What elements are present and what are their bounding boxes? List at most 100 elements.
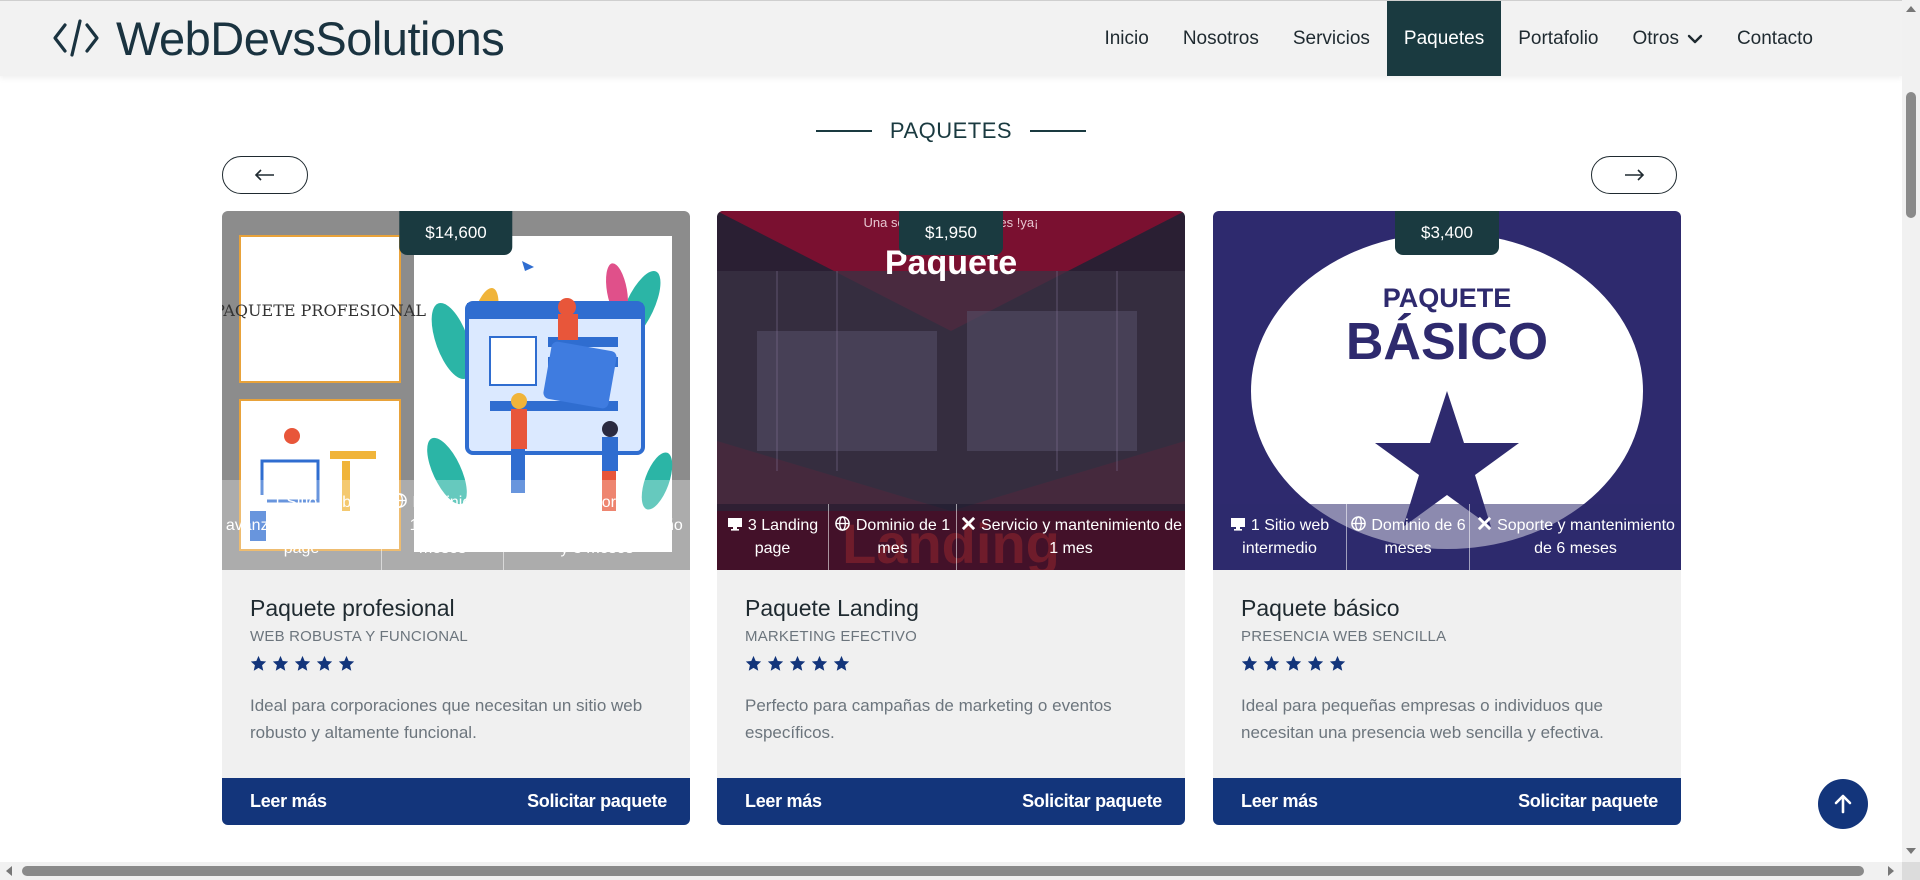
carousel-prev-button[interactable] <box>222 156 308 194</box>
price-badge: $3,400 <box>1395 211 1499 255</box>
star-icon <box>1263 655 1280 671</box>
image-line1-text: PAQUETE <box>1383 283 1512 313</box>
feature-text: Soporte y mantenimiento de 1 año y 3 mes… <box>511 493 683 557</box>
request-package-link[interactable]: Solicitar paquete <box>1022 791 1162 812</box>
tools-icon <box>552 492 568 507</box>
feature-sites: 1 Sitio web avanzado y 1 landing page <box>222 480 382 570</box>
card-subtitle: PRESENCIA WEB SENCILLA <box>1241 628 1447 645</box>
star-icon <box>833 655 850 671</box>
package-image: PAQUETE PROFESIONAL $14,600 1 Sitio web … <box>222 211 690 570</box>
package-card-profesional: PAQUETE PROFESIONAL $14,600 1 Sitio web … <box>222 211 690 825</box>
feature-domain: Dominio de 6 meses <box>1347 504 1470 570</box>
feature-support: Soporte y mantenimiento de 1 año y 3 mes… <box>504 480 690 570</box>
request-package-link[interactable]: Solicitar paquete <box>527 791 667 812</box>
tools-icon <box>960 515 976 531</box>
feature-text: 1 Sitio web avanzado y 1 landing page <box>225 493 378 557</box>
nav-item-paquetes[interactable]: Paquetes <box>1386 1 1502 76</box>
card-body: Paquete Landing MARKETING EFECTIVO Perfe… <box>745 595 1165 746</box>
feature-text: 1 Sitio web intermedio <box>1242 517 1330 557</box>
vertical-scroll-thumb[interactable] <box>1906 92 1916 218</box>
features-strip: 1 Sitio web avanzado y 1 landing page Do… <box>222 480 690 570</box>
card-description: Ideal para corporaciones que necesitan u… <box>250 696 643 742</box>
package-image: Una sola página ... ciones !ya¡ Paquete … <box>717 211 1185 570</box>
card-title: Paquete básico <box>1241 595 1400 621</box>
star-icon <box>1241 655 1258 671</box>
star-icon <box>1285 655 1302 671</box>
package-card-landing: Una sola página ... ciones !ya¡ Paquete … <box>717 211 1185 825</box>
globe-icon <box>1350 515 1366 531</box>
heading-line-right <box>1030 130 1087 132</box>
desktop-icon <box>252 492 268 508</box>
page: WebDevsSolutions Inicio Nosotros Servici… <box>0 0 1902 862</box>
scrollbar-corner <box>1902 862 1920 880</box>
feature-support: Servicio y mantenimiento de 1 mes <box>957 504 1185 570</box>
feature-text: Dominio de 1 mes <box>855 517 951 557</box>
nav-item-portafolio[interactable]: Portafolio <box>1501 1 1615 76</box>
star-icon <box>1307 655 1324 671</box>
card-title: Paquete Landing <box>745 595 919 621</box>
scroll-right-arrow-icon[interactable] <box>1888 866 1894 876</box>
feature-text: Servicio y mantenimiento de 1 mes <box>981 517 1182 557</box>
tools-icon <box>1476 515 1492 531</box>
star-icon <box>1329 655 1346 671</box>
star-rating <box>745 655 1165 672</box>
arrow-right-icon <box>1625 169 1645 181</box>
vertical-scrollbar[interactable] <box>1902 0 1920 862</box>
feature-sites: 3 Landing page <box>717 504 829 570</box>
feature-sites: 1 Sitio web intermedio <box>1213 504 1347 570</box>
read-more-link[interactable]: Leer más <box>250 791 327 812</box>
nav-item-nosotros[interactable]: Nosotros <box>1166 1 1276 76</box>
feature-domain: Dominio de 1 mes <box>829 504 957 570</box>
image-heading-text: PAQUETE PROFESIONAL <box>222 301 426 320</box>
star-icon <box>272 655 289 671</box>
image-line2-text: BÁSICO <box>1346 313 1548 371</box>
chevron-down-icon <box>1687 34 1703 43</box>
horizontal-scrollbar[interactable] <box>0 862 1902 880</box>
star-rating <box>250 655 670 672</box>
section-title: PAQUETES <box>889 118 1013 143</box>
star-icon <box>316 655 333 671</box>
card-footer: Leer más Solicitar paquete <box>1213 778 1681 825</box>
nav-item-otros[interactable]: Otros <box>1616 1 1720 76</box>
horizontal-scroll-thumb[interactable] <box>22 866 1864 876</box>
star-icon <box>745 655 762 671</box>
main-nav: Inicio Nosotros Servicios Paquetes Porta… <box>1087 1 1830 76</box>
back-to-top-button[interactable] <box>1818 779 1868 829</box>
star-icon <box>789 655 806 671</box>
feature-text: 3 Landing page <box>747 517 819 557</box>
card-body: Paquete básico PRESENCIA WEB SENCILLA Id… <box>1241 595 1661 746</box>
request-package-link[interactable]: Solicitar paquete <box>1518 791 1658 812</box>
nav-item-inicio[interactable]: Inicio <box>1087 1 1165 76</box>
price-badge: $1,950 <box>899 211 1003 255</box>
card-footer: Leer más Solicitar paquete <box>222 778 690 825</box>
heading-line-left <box>815 130 872 132</box>
feature-support: Soporte y mantenimiento de 6 meses <box>1470 504 1681 570</box>
scroll-down-arrow-icon[interactable] <box>1906 848 1916 854</box>
read-more-link[interactable]: Leer más <box>745 791 822 812</box>
package-image: PAQUETE BÁSICO $3,400 1 Sitio web interm… <box>1213 211 1681 570</box>
scroll-up-arrow-icon[interactable] <box>1906 6 1916 12</box>
carousel-next-button[interactable] <box>1591 156 1677 194</box>
nav-item-otros-label: Otros <box>1632 27 1679 49</box>
features-strip: 3 Landing page Dominio de 1 mes Servicio… <box>717 504 1185 570</box>
star-icon <box>338 655 355 671</box>
code-icon <box>53 19 99 57</box>
feature-text: Dominio de 1 año y 3 meses <box>409 493 494 557</box>
feature-text: Soporte y mantenimiento de 6 meses <box>1497 517 1675 557</box>
card-description: Ideal para pequeñas empresas o individuo… <box>1241 696 1604 742</box>
star-rating <box>1241 655 1661 672</box>
card-title: Paquete profesional <box>250 595 455 621</box>
read-more-link[interactable]: Leer más <box>1241 791 1318 812</box>
star-icon <box>767 655 784 671</box>
nav-item-contacto[interactable]: Contacto <box>1720 1 1830 76</box>
nav-item-servicios[interactable]: Servicios <box>1276 1 1387 76</box>
globe-icon <box>835 515 851 531</box>
brand-logo[interactable]: WebDevsSolutions <box>52 10 505 66</box>
scroll-left-arrow-icon[interactable] <box>6 866 12 876</box>
star-icon <box>811 655 828 671</box>
globe-icon <box>392 492 408 508</box>
arrow-left-icon <box>254 169 274 181</box>
card-description: Perfecto para campañas de marketing o ev… <box>745 696 1112 742</box>
card-footer: Leer más Solicitar paquete <box>717 778 1185 825</box>
features-strip: 1 Sitio web intermedio Dominio de 6 mese… <box>1213 504 1681 570</box>
